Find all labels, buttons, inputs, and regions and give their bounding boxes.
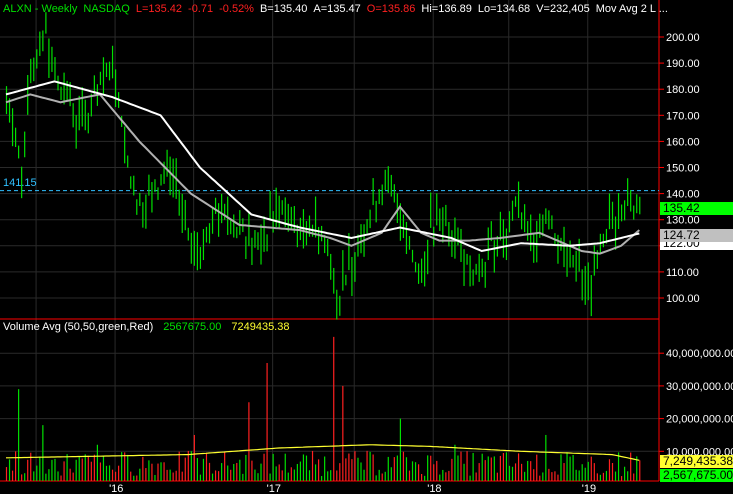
symbol-label: ALXN - Weekly <box>3 3 78 15</box>
price-tick-label: 160.00 <box>666 136 700 148</box>
high: Hi=136.89 <box>421 3 472 15</box>
low: Lo=134.68 <box>477 3 531 15</box>
exchange-label: NASDAQ <box>83 3 130 15</box>
moving-average-label[interactable]: Mov Avg 2 L ... <box>596 3 668 15</box>
volume-tick-label: 40,000,000.00 <box>666 348 733 360</box>
volume-legend-title: Volume Avg (50,50,green,Red) <box>3 321 154 333</box>
volume-average-line <box>6 444 640 461</box>
price-tick-label: 180.00 <box>666 84 700 96</box>
open: O=135.86 <box>366 3 416 15</box>
price-volume-chart: 200.00 190.00 180.00 170.00 160.00 150.00 140.… <box>0 0 733 494</box>
reference-line-label: 141.15 <box>3 177 37 189</box>
volume: V=232,405 <box>536 3 590 15</box>
price-tick-label: 200.00 <box>666 32 700 44</box>
volume-legend-value2: 7249435.38 <box>231 321 290 333</box>
volume-tick-label: 30,000,000.00 <box>666 381 733 393</box>
change-pct: -0.52% <box>219 3 254 15</box>
quote-header: ALXN - Weekly NASDAQ L=135.42 -0.71 -0.52% B=… <box>3 3 674 15</box>
price-tick-label: 190.00 <box>666 58 700 70</box>
time-tick-label: '18 <box>427 483 441 494</box>
ma1-price-tag: 124.72 <box>660 229 733 242</box>
time-tick-label: '17 <box>267 483 281 494</box>
volume-tick-label: 20,000,000.00 <box>666 414 733 426</box>
last-price: L=135.42 <box>135 3 183 15</box>
time-tick-label: '16 <box>109 483 123 494</box>
volume-last-tag: 2,567,675.00 <box>660 469 733 482</box>
volume-legend-value1: 2567675.00 <box>163 321 222 333</box>
change: -0.71 <box>188 3 214 15</box>
time-tick-label: '19 <box>582 483 596 494</box>
volume-avg-tag: 7,249,435.38 <box>660 455 733 468</box>
price-tick-label: 140.00 <box>666 189 700 201</box>
moving-average-gray <box>5 93 640 255</box>
volume-legend: Volume Avg (50,50,green,Red) 2567675.00 72… <box>3 321 299 333</box>
price-tick-label: 100.00 <box>666 293 700 305</box>
moving-average-white <box>5 80 640 253</box>
bid: B=135.40 <box>259 3 308 15</box>
price-tick-label: 130.00 <box>666 215 700 227</box>
ask: A=135.47 <box>313 3 361 15</box>
price-tick-label: 150.00 <box>666 163 700 175</box>
price-tick-label: 110.00 <box>666 267 699 279</box>
last-price-tag: 135.42 <box>660 202 733 215</box>
price-tick-label: 170.00 <box>666 110 700 122</box>
